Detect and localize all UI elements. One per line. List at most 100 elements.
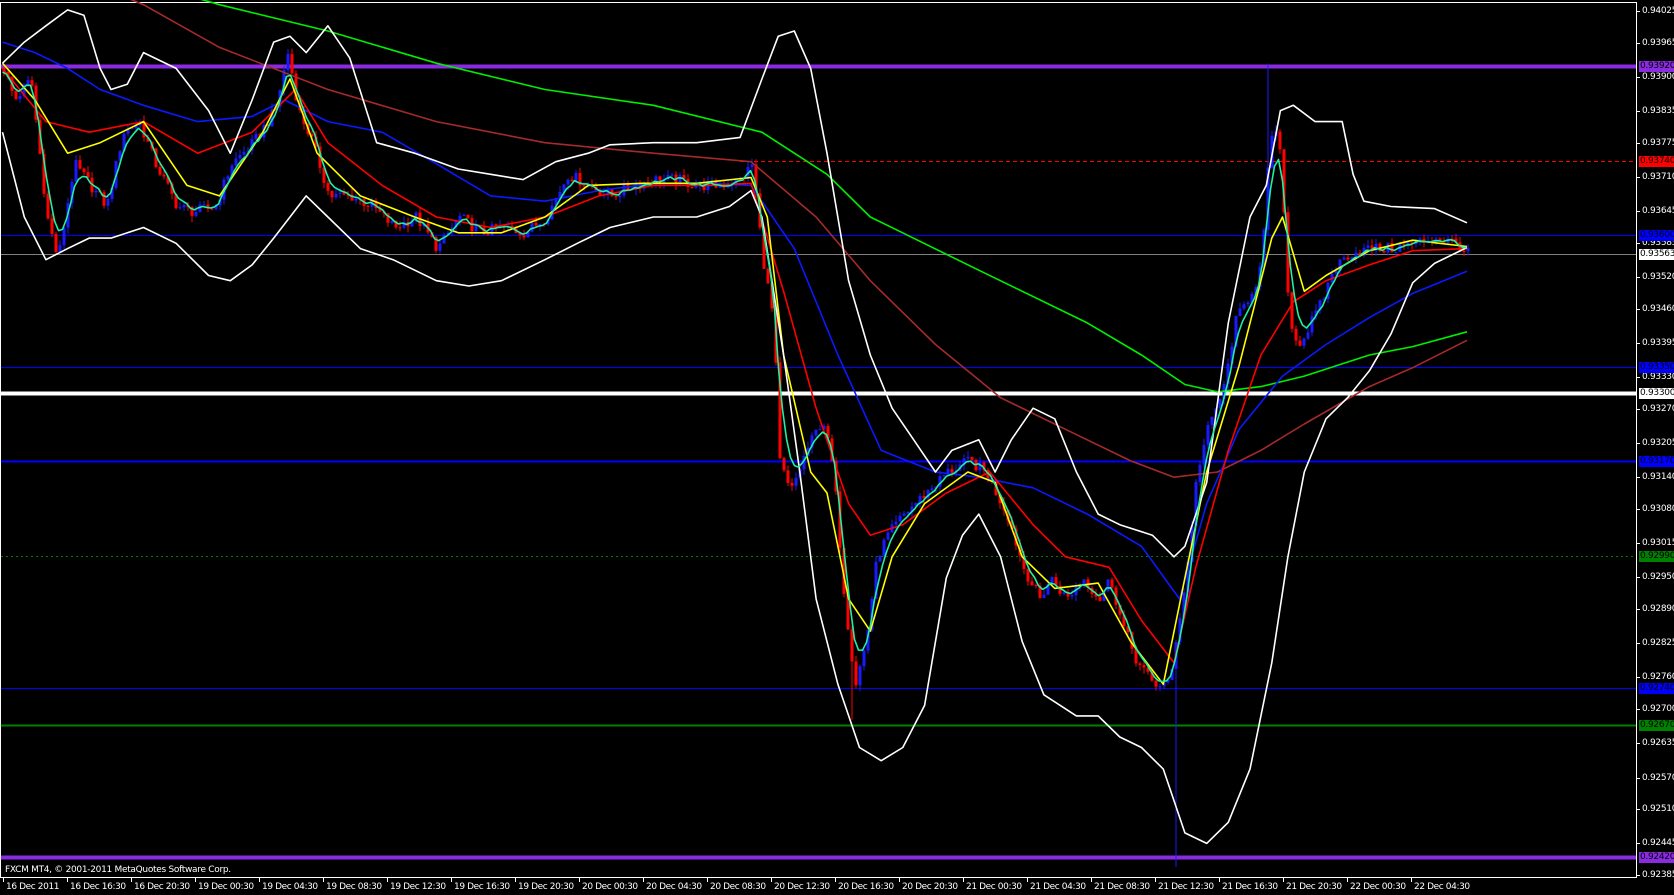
candle-up xyxy=(182,204,186,208)
candle-up xyxy=(794,477,798,486)
candle-down xyxy=(1142,665,1146,668)
candle-down xyxy=(1110,579,1114,588)
time-tick-mark xyxy=(1027,878,1028,882)
candle-down xyxy=(486,234,490,236)
candle-up xyxy=(242,151,246,155)
candle-up xyxy=(902,513,906,516)
price-tick-mark xyxy=(1637,243,1640,244)
candle-down xyxy=(970,456,974,460)
price-chart xyxy=(0,0,1637,878)
candle-up xyxy=(1070,595,1074,597)
candle-up xyxy=(1082,579,1086,585)
time-tick-label: 21 Dec 04:30 xyxy=(1030,882,1086,892)
level-price-label: 0.93600 xyxy=(1639,230,1674,241)
time-tick-label: 19 Dec 08:30 xyxy=(326,882,382,892)
candle-up xyxy=(930,488,934,491)
price-tick-label: 0.93520 xyxy=(1642,272,1674,282)
candle-down xyxy=(1290,292,1294,329)
candle-down xyxy=(786,470,790,483)
price-tick-label: 0.92445 xyxy=(1642,838,1674,848)
time-tick-mark xyxy=(1091,878,1092,882)
price-tick-mark xyxy=(1637,843,1640,844)
candle-up xyxy=(898,515,902,522)
price-tick-label: 0.93140 xyxy=(1642,472,1674,482)
time-tick-label: 22 Dec 04:30 xyxy=(1414,882,1470,892)
price-tick-mark xyxy=(1637,709,1640,710)
candle-up xyxy=(178,207,182,209)
candle-down xyxy=(522,235,526,238)
time-tick-mark xyxy=(1219,878,1220,882)
candle-down xyxy=(46,193,50,219)
time-tick-label: 19 Dec 00:30 xyxy=(198,882,254,892)
price-tick-mark xyxy=(1637,543,1640,544)
time-tick-mark xyxy=(643,878,644,882)
time-tick-mark xyxy=(451,878,452,882)
time-tick-mark xyxy=(835,878,836,882)
candle-down xyxy=(366,205,370,207)
candle-down xyxy=(582,185,586,187)
price-tick-label: 0.93205 xyxy=(1642,438,1674,448)
price-tick-mark xyxy=(1637,809,1640,810)
time-tick-mark xyxy=(1411,878,1412,882)
candle-up xyxy=(1342,257,1346,260)
candle-down xyxy=(14,90,18,100)
candle-down xyxy=(854,661,858,686)
candle-up xyxy=(354,198,358,201)
price-tick-label: 0.93900 xyxy=(1642,72,1674,82)
candle-up xyxy=(1418,238,1422,240)
price-tick-mark xyxy=(1637,409,1640,410)
candle-up xyxy=(1366,245,1370,248)
time-tick-label: 21 Dec 16:30 xyxy=(1222,882,1278,892)
time-tick-label: 21 Dec 12:30 xyxy=(1158,882,1214,892)
candle-down xyxy=(570,179,574,182)
candle-up xyxy=(566,179,570,185)
time-tick-label: 20 Dec 16:30 xyxy=(838,882,894,892)
price-tick-mark xyxy=(1637,875,1640,876)
candle-down xyxy=(534,222,538,226)
price-tick-mark xyxy=(1637,377,1640,378)
candle-down xyxy=(614,196,618,198)
time-tick-label: 20 Dec 08:30 xyxy=(710,882,766,892)
candle-up xyxy=(1394,251,1398,253)
candle-up xyxy=(894,521,898,525)
copyright-text: FXCM MT4, © 2001-2011 MetaQuotes Softwar… xyxy=(5,865,231,875)
price-tick-mark xyxy=(1637,643,1640,644)
candle-up xyxy=(238,154,242,159)
time-tick-label: 22 Dec 00:30 xyxy=(1350,882,1406,892)
level-price-label: 0.93300 xyxy=(1639,388,1674,399)
candle-up xyxy=(58,245,62,253)
candle-down xyxy=(782,457,786,471)
candle-up xyxy=(574,172,578,182)
time-tick-label: 19 Dec 12:30 xyxy=(390,882,446,892)
candle-down xyxy=(790,482,794,486)
candle-up xyxy=(814,429,818,436)
price-tick-label: 0.92570 xyxy=(1642,773,1674,783)
time-tick-mark xyxy=(1347,878,1348,882)
price-tick-label: 0.93460 xyxy=(1642,304,1674,314)
candle-down xyxy=(1278,131,1282,150)
candle-up xyxy=(670,174,674,176)
time-tick-mark xyxy=(899,878,900,882)
candle-down xyxy=(1026,568,1030,582)
candle-up xyxy=(906,511,910,514)
candle-down xyxy=(1346,257,1350,260)
price-tick-mark xyxy=(1637,343,1640,344)
time-tick-mark xyxy=(67,878,68,882)
candle-down xyxy=(82,168,86,173)
level-price-label: 0.93350 xyxy=(1639,362,1674,373)
price-tick-label: 0.93395 xyxy=(1642,338,1674,348)
candle-up xyxy=(462,214,466,216)
time-tick-label: 20 Dec 04:30 xyxy=(646,882,702,892)
price-tick-mark xyxy=(1637,277,1640,278)
candle-up xyxy=(530,222,534,232)
candle-up xyxy=(194,211,198,216)
price-tick-mark xyxy=(1637,309,1640,310)
candle-down xyxy=(290,53,294,74)
candle-up xyxy=(442,234,446,244)
price-tick-label: 0.94025 xyxy=(1642,6,1674,16)
candle-down xyxy=(102,192,106,206)
candle-down xyxy=(1030,581,1034,585)
candle-up xyxy=(882,539,886,556)
candle-up xyxy=(1306,332,1310,339)
candle-down xyxy=(158,167,162,175)
